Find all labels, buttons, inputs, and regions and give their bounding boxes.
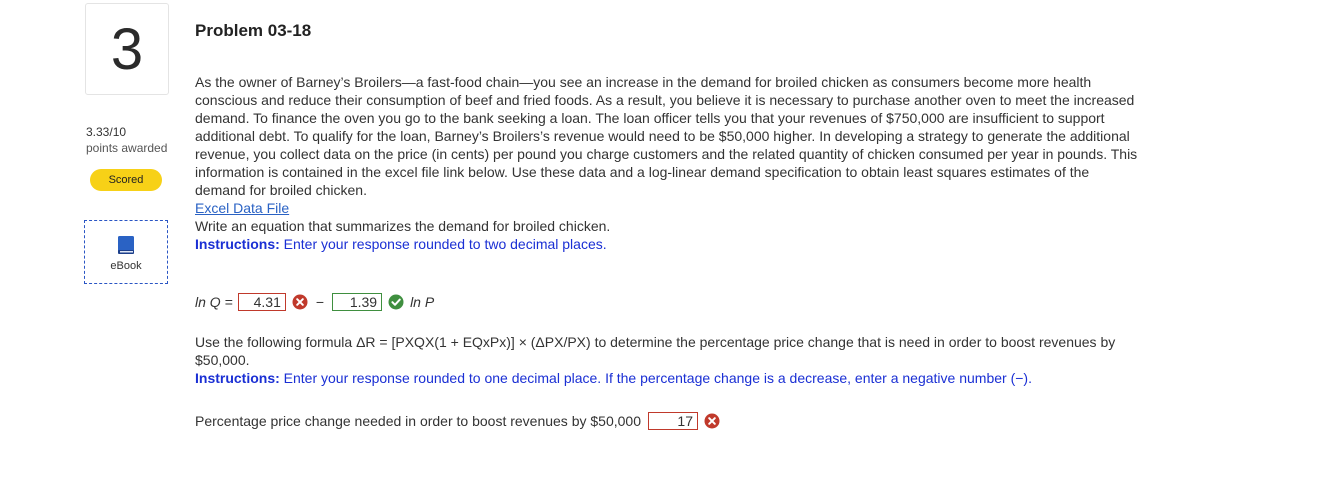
instructions-1-label: Instructions: [195,236,280,252]
prompt-equation: Write an equation that summarizes the de… [195,218,611,234]
x-circle-icon [292,294,308,310]
percentage-input[interactable] [647,412,698,430]
instructions-2-text: Enter your response rounded to one decim… [279,370,1032,386]
problem-title: Problem 03-18 [195,21,312,40]
instructions-1: Instructions: Enter your response rounde… [195,235,1140,253]
check-circle-icon [388,294,404,310]
problem-body: As the owner of Barney’s Broilers—a fast… [195,74,1138,198]
problem-content: As the owner of Barney’s Broilers—a fast… [195,73,1140,253]
excel-data-link[interactable]: Excel Data File [195,200,289,216]
instructions-2: Instructions: Enter your response rounde… [195,369,1140,387]
equation-minus: − [315,294,325,310]
score-block: 3.33/10 points awarded [86,124,167,156]
part2-content: Use the following formula ΔR = [PXQX(1 +… [195,333,1140,387]
equation-rhs: ln P [410,294,435,310]
book-icon [118,236,134,254]
instructions-2-label: Instructions: [195,370,280,386]
instructions-1-text: Enter your response rounded to two decim… [279,236,607,252]
formula-text: Use the following formula ΔR = [PXQX(1 +… [195,334,1116,368]
question-number: 3 [110,16,144,82]
percentage-row: Percentage price change needed in order … [195,410,720,432]
equation-equals: = [224,294,233,310]
points-label: points awarded [86,141,168,155]
question-number-box: 3 [85,3,169,95]
x-circle-icon [704,413,720,429]
intercept-input[interactable] [237,293,286,311]
percentage-label: Percentage price change needed in order … [195,413,641,429]
demand-equation: ln Q = − ln P [195,291,434,313]
score-value: 3.33/10 [86,125,127,139]
ebook-label: eBook [110,260,142,272]
ebook-button[interactable]: eBook [84,220,168,284]
slope-input[interactable] [332,293,383,311]
status-badge: Scored [90,169,162,191]
equation-lhs: ln Q [195,294,221,310]
